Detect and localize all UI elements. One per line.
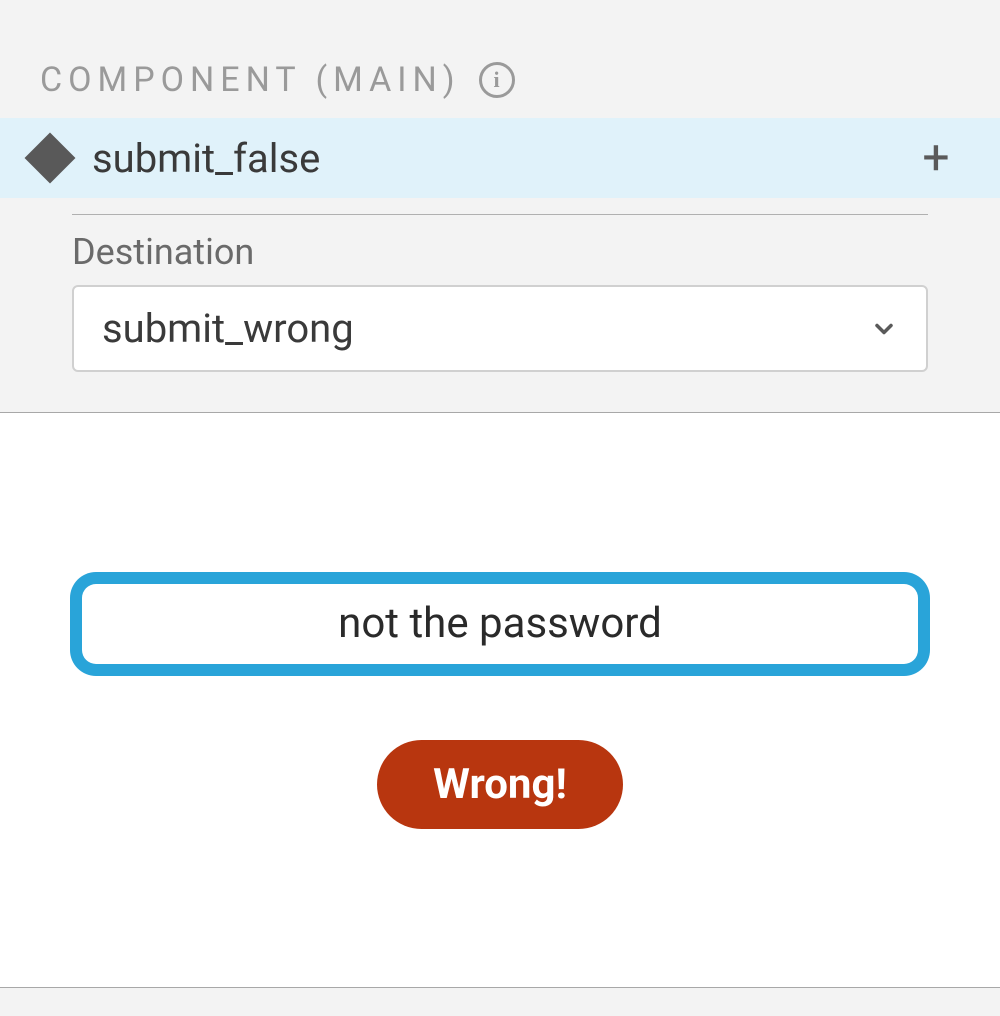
add-button[interactable]: +	[912, 134, 960, 182]
destination-select[interactable]: submit_wrong	[72, 285, 928, 372]
component-diamond-icon	[25, 133, 76, 184]
wrong-button-label: Wrong!	[433, 760, 567, 809]
destination-field: Destination submit_wrong	[0, 215, 1000, 412]
properties-panel: COMPONENT (MAIN) i submit_false + Destin…	[0, 0, 1000, 412]
password-input[interactable]: not the password	[82, 584, 918, 664]
component-row[interactable]: submit_false +	[0, 118, 1000, 198]
destination-label: Destination	[72, 231, 928, 273]
password-input-value: not the password	[338, 599, 662, 648]
section-header-label: COMPONENT (MAIN)	[40, 60, 461, 100]
preview-panel: not the password Wrong!	[0, 412, 1000, 988]
password-input-wrap: not the password	[70, 572, 930, 676]
section-header: COMPONENT (MAIN) i	[0, 60, 1000, 118]
info-icon[interactable]: i	[479, 62, 515, 98]
chevron-down-icon	[870, 315, 898, 343]
wrong-button[interactable]: Wrong!	[377, 740, 623, 829]
component-name-label: submit_false	[92, 135, 888, 182]
destination-value: submit_wrong	[102, 305, 870, 352]
